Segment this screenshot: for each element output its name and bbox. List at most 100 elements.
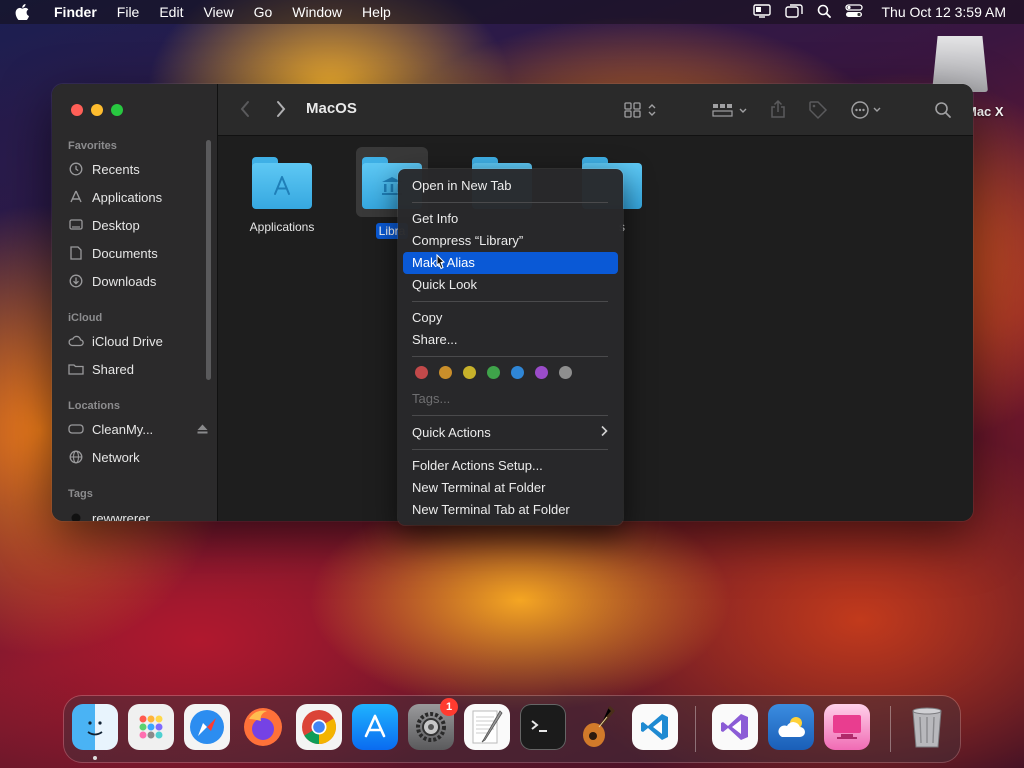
tag-green[interactable]: [487, 366, 500, 379]
tag-red[interactable]: [415, 366, 428, 379]
menu-item-quick-look[interactable]: Quick Look: [403, 274, 618, 296]
menu-item-get-info[interactable]: Get Info: [403, 208, 618, 230]
menu-item-open-new-tab[interactable]: Open in New Tab: [403, 175, 618, 197]
window-title: MacOS: [306, 100, 357, 117]
running-indicator: [93, 756, 97, 760]
menu-edit[interactable]: Edit: [149, 0, 193, 24]
weather-icon[interactable]: [768, 704, 814, 750]
menu-item-share[interactable]: Share...: [403, 329, 618, 351]
tag-color-row: [415, 366, 572, 379]
download-icon: [68, 273, 84, 289]
launchpad-icon[interactable]: [128, 704, 174, 750]
search-icon[interactable]: [934, 101, 952, 119]
share-icon[interactable]: [770, 99, 786, 119]
sidebar-item-icloud-drive[interactable]: iCloud Drive: [68, 331, 163, 351]
app-store-icon[interactable]: [352, 704, 398, 750]
tag-icon[interactable]: [808, 100, 828, 120]
context-menu: Open in New Tab Get Info Compress “Libra…: [398, 169, 623, 525]
system-settings-icon[interactable]: 1: [408, 698, 458, 750]
sidebar-item-label: rewwrerer: [92, 510, 150, 522]
sidebar-item-shared[interactable]: Shared: [68, 359, 134, 379]
menu-help[interactable]: Help: [352, 0, 401, 24]
cloud-icon: [68, 333, 84, 349]
menu-item-compress[interactable]: Compress “Library”: [403, 230, 618, 252]
menu-view[interactable]: View: [193, 0, 243, 24]
dock: 1: [64, 696, 960, 762]
sidebar-item-label: iCloud Drive: [92, 333, 163, 349]
drive-icon: [68, 421, 84, 437]
menu-item-tags[interactable]: Tags...: [403, 388, 618, 410]
screen-mirroring-icon[interactable]: [753, 3, 772, 21]
sidebar-item-network[interactable]: Network: [68, 447, 140, 467]
window-controls: [71, 104, 123, 116]
eject-icon[interactable]: [197, 422, 208, 437]
menu-clock[interactable]: Thu Oct 12 3:59 AM: [881, 4, 1006, 20]
sidebar-item-label: Applications: [92, 189, 163, 205]
trash-icon[interactable]: [904, 704, 950, 750]
control-center-icon[interactable]: [845, 3, 864, 21]
globe-icon: [68, 449, 84, 465]
menu-app-finder[interactable]: Finder: [44, 0, 107, 24]
textedit-icon[interactable]: [464, 704, 510, 750]
terminal-icon[interactable]: [520, 704, 566, 750]
menu-separator: [412, 356, 608, 357]
sidebar-item-applications[interactable]: Applications: [68, 187, 162, 207]
clock-icon: [68, 161, 84, 177]
sidebar-item-documents[interactable]: Documents: [68, 243, 158, 263]
menu-file[interactable]: File: [107, 0, 150, 24]
icon-view-icon[interactable]: [624, 101, 658, 119]
menu-item-copy[interactable]: Copy: [403, 307, 618, 329]
sidebar-item-cleanmy[interactable]: CleanMy...: [68, 419, 208, 439]
forward-chevron-icon[interactable]: [276, 100, 286, 118]
sidebar-header-favorites: Favorites: [68, 140, 117, 152]
applications-icon: [68, 189, 84, 205]
search-icon[interactable]: [817, 4, 832, 21]
tag-blue[interactable]: [511, 366, 524, 379]
safari-icon[interactable]: [184, 704, 230, 750]
vscode-icon[interactable]: [632, 704, 678, 750]
sidebar-item-recents[interactable]: Recents: [68, 159, 140, 179]
firefox-icon[interactable]: [240, 704, 286, 750]
sidebar-item-tag[interactable]: rewwrerer: [68, 508, 150, 521]
sidebar-item-desktop[interactable]: Desktop: [68, 215, 140, 235]
sidebar-item-label: Desktop: [92, 217, 140, 233]
applications-folder-icon: [252, 157, 312, 209]
file-item[interactable]: Applications: [232, 157, 332, 235]
tag-orange[interactable]: [439, 366, 452, 379]
shared-folder-icon: [68, 361, 84, 377]
action-menu-icon[interactable]: [850, 100, 886, 120]
finder-toolbar: MacOS: [218, 84, 973, 136]
menu-bar: Finder File Edit View Go Window Help Thu…: [0, 0, 1024, 24]
menu-go[interactable]: Go: [244, 0, 283, 24]
finder-icon[interactable]: [72, 704, 118, 750]
minimize-button[interactable]: [91, 104, 103, 116]
cleanmymac-icon[interactable]: [824, 704, 870, 750]
tag-gray[interactable]: [559, 366, 572, 379]
zoom-button[interactable]: [111, 104, 123, 116]
tag-purple[interactable]: [535, 366, 548, 379]
apple-menu-icon[interactable]: [0, 4, 44, 20]
window-icon[interactable]: [785, 3, 804, 21]
sidebar-item-downloads[interactable]: Downloads: [68, 271, 156, 291]
sidebar-item-label: Recents: [92, 161, 140, 177]
menu-item-new-terminal[interactable]: New Terminal at Folder: [403, 477, 618, 499]
menu-separator: [412, 301, 608, 302]
menu-window[interactable]: Window: [282, 0, 352, 24]
tag-dot-icon: [68, 510, 84, 521]
group-by-icon[interactable]: [712, 101, 748, 119]
menu-item-folder-actions[interactable]: Folder Actions Setup...: [403, 455, 618, 477]
sidebar-scrollbar[interactable]: [206, 140, 211, 380]
close-button[interactable]: [71, 104, 83, 116]
menu-item-new-terminal-tab[interactable]: New Terminal Tab at Folder: [403, 499, 618, 521]
finder-sidebar: Favorites Recents Applications Desktop D…: [52, 84, 218, 521]
garageband-icon[interactable]: [576, 704, 622, 750]
sidebar-item-label: Downloads: [92, 273, 157, 289]
tag-yellow[interactable]: [463, 366, 476, 379]
visual-studio-icon[interactable]: [712, 704, 758, 750]
menu-separator: [412, 415, 608, 416]
chrome-icon[interactable]: [296, 704, 342, 750]
menu-item-quick-actions[interactable]: Quick Actions: [403, 422, 618, 444]
notification-badge: 1: [440, 698, 458, 716]
back-chevron-icon[interactable]: [240, 100, 250, 118]
menu-item-label: Quick Actions: [412, 425, 491, 440]
